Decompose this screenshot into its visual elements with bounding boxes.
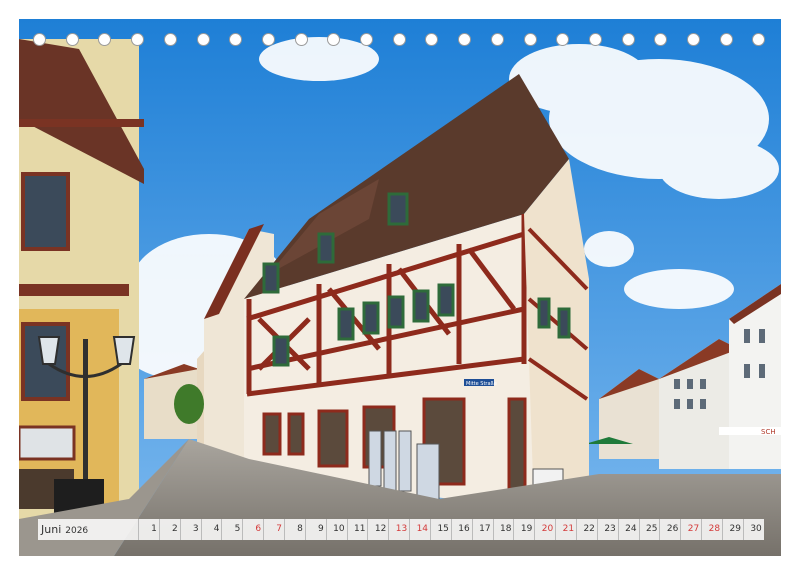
year-label: 2026	[65, 526, 89, 536]
month-label: Juni 2026	[38, 523, 138, 536]
day-cell: 10	[325, 519, 347, 540]
binding-ring	[196, 33, 210, 46]
town-photo: SCH Mitte Straße	[19, 19, 781, 556]
day-cell: 19	[513, 519, 534, 540]
day-cell: 25	[638, 519, 660, 540]
binding-ring	[98, 33, 112, 46]
left-house	[19, 39, 144, 539]
day-cell: 24	[617, 519, 639, 540]
day-cell: 11	[346, 519, 368, 540]
calendar-page: SCH Mitte Straße Juni 2026 1 2 3 4 5 6 7…	[0, 0, 800, 575]
binding-ring	[327, 33, 341, 46]
binding-ring	[261, 33, 275, 46]
day-cell: 17	[471, 519, 493, 540]
day-cell: 30	[742, 519, 764, 540]
binding-ring	[523, 33, 537, 46]
binding-ring	[719, 33, 733, 46]
day-cell: 5	[221, 519, 242, 540]
day-cell: 21	[555, 519, 576, 540]
binding-rings	[0, 33, 800, 51]
day-cell: 27	[680, 519, 701, 540]
calendar-strip: Juni 2026 1 2 3 4 5 6 7 8 9 10 11 12 13 14 15 16 17 18 19 20…	[38, 519, 764, 540]
binding-ring	[131, 33, 145, 46]
day-cell: 4	[200, 519, 222, 540]
day-cell: 8	[284, 519, 305, 540]
day-cell: 1	[138, 519, 159, 540]
day-cell: 12	[367, 519, 388, 540]
day-grid: 1 2 3 4 5 6 7 8 9 10 11 12 13 14 15 16 17 18 19 20 21 22 23 24 2…	[138, 519, 764, 540]
day-cell: 29	[722, 519, 743, 540]
day-cell: 13	[388, 519, 409, 540]
day-cell: 23	[596, 519, 618, 540]
day-cell: 9	[304, 519, 326, 540]
street-sign-text: Mitte Straße	[466, 381, 497, 387]
month-name: Juni	[41, 523, 62, 536]
binding-ring	[392, 33, 406, 46]
day-cell: 26	[659, 519, 680, 540]
binding-ring	[490, 33, 504, 46]
shop-sign-text: SCH	[761, 428, 776, 436]
binding-ring	[33, 33, 46, 46]
binding-ring	[294, 33, 308, 46]
day-cell: 2	[158, 519, 180, 540]
binding-ring	[621, 33, 635, 46]
binding-ring	[65, 33, 79, 46]
day-cell: 3	[179, 519, 201, 540]
binding-ring	[556, 33, 570, 46]
day-cell: 14	[409, 519, 430, 540]
day-cell: 22	[576, 519, 597, 540]
day-cell: 28	[701, 519, 722, 540]
binding-ring	[229, 33, 243, 46]
binding-ring	[588, 33, 602, 46]
binding-ring	[654, 33, 668, 46]
binding-ring	[458, 33, 472, 46]
day-cell: 7	[263, 519, 284, 540]
binding-ring	[163, 33, 177, 46]
binding-ring	[360, 33, 373, 46]
day-cell: 15	[430, 519, 451, 540]
day-cell: 6	[242, 519, 263, 540]
binding-ring	[752, 33, 766, 46]
binding-ring	[425, 33, 439, 46]
day-cell: 18	[492, 519, 514, 540]
binding-ring	[687, 33, 700, 46]
day-cell: 16	[450, 519, 472, 540]
day-cell: 20	[534, 519, 555, 540]
